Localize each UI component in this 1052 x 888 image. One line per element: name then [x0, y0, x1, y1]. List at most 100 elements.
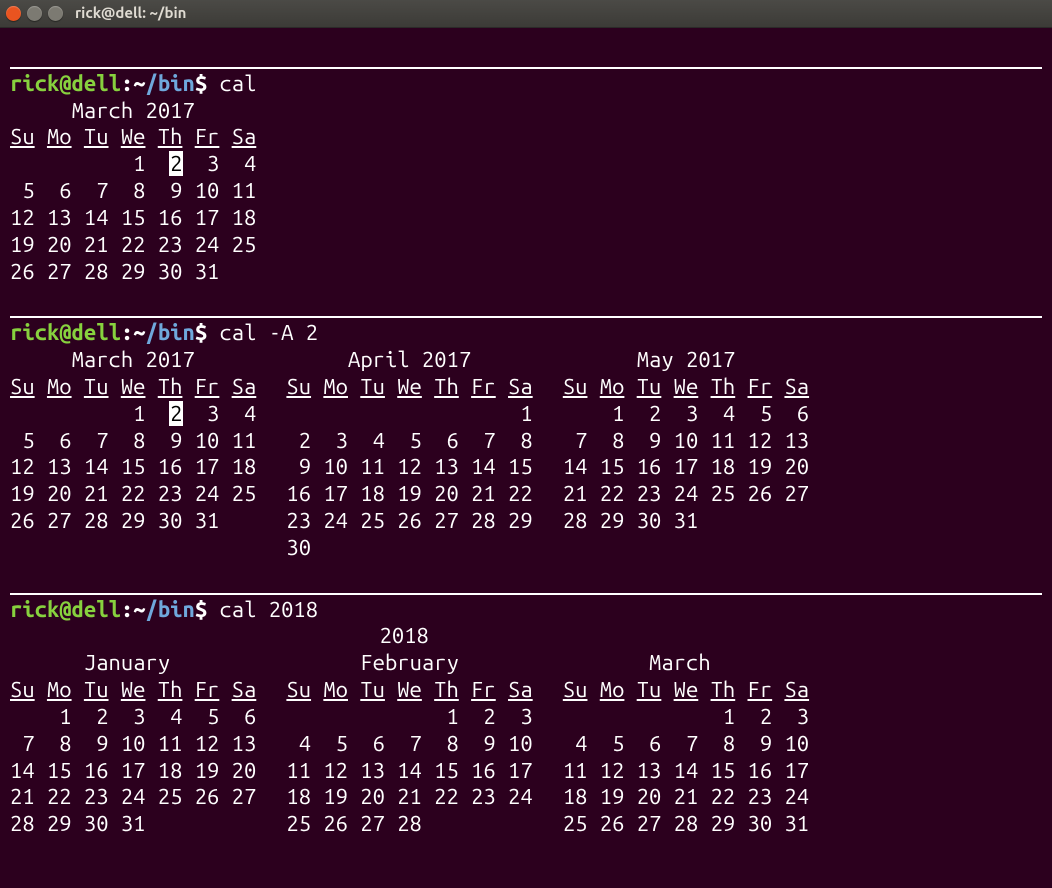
calendar-week-row [563, 535, 809, 562]
calendar-day: 10 [195, 428, 220, 455]
calendar-day: 29 [508, 508, 533, 535]
calendar-day: 4 [360, 428, 385, 455]
calendar-day-header: Sa [232, 124, 257, 151]
calendar-day: 30 [158, 259, 183, 286]
calendar-day [158, 535, 183, 562]
calendar-day: 27 [47, 259, 72, 286]
calendar-day [360, 704, 385, 731]
calendar-day-header: Sa [232, 677, 257, 704]
calendar-day: 2 [158, 151, 183, 178]
calendar-day: 27 [434, 508, 459, 535]
calendar-week-row: 7 8 9 10 11 12 13 [563, 428, 809, 455]
minimize-icon[interactable] [27, 6, 42, 21]
calendar-month: January Su Mo Tu We Th Fr Sa 1 2 3 4 5 6… [10, 650, 256, 838]
calendar-header-row: Su Mo Tu We Th Fr Sa [563, 677, 809, 704]
calendar-day: 4 [711, 401, 736, 428]
calendar-day: 29 [121, 508, 146, 535]
calendar-week-row: 16 17 18 19 20 21 22 [286, 481, 532, 508]
calendar-day: 27 [232, 784, 257, 811]
calendar-day-header: We [674, 374, 699, 401]
calendar-week-row: 2 3 4 5 6 7 8 [286, 428, 532, 455]
calendar-day: 25 [563, 811, 588, 838]
calendar-day-header: Mo [47, 677, 72, 704]
blank-line [10, 285, 1042, 312]
calendar-day: 31 [121, 811, 146, 838]
calendar-day [471, 401, 496, 428]
calendar-day: 26 [10, 508, 35, 535]
calendar-day: 29 [47, 811, 72, 838]
calendar-day: 25 [286, 811, 311, 838]
calendar-day: 25 [158, 784, 183, 811]
calendar-day: 23 [637, 481, 662, 508]
calendar-day: 23 [748, 784, 773, 811]
calendar-day: 5 [323, 731, 348, 758]
calendar-day: 23 [158, 481, 183, 508]
calendar-day: 16 [471, 758, 496, 785]
calendar-day [471, 535, 496, 562]
calendar-block: March 2017 Su Mo Tu We Th Fr Sa 1 2 3 4 … [10, 98, 1042, 286]
calendar-day: 19 [323, 784, 348, 811]
calendar-day: 24 [121, 784, 146, 811]
prompt-line: rick@dell:~/bin$ cal 2018 [10, 597, 1042, 624]
calendar-day-header: Mo [47, 124, 72, 151]
calendar-day: 11 [563, 758, 588, 785]
calendar-day [434, 401, 459, 428]
calendar-day: 28 [84, 508, 109, 535]
calendar-day: 9 [286, 454, 311, 481]
calendar-day: 17 [195, 454, 220, 481]
calendar-day-header: Su [286, 374, 311, 401]
calendar-day [471, 811, 496, 838]
calendar-day: 18 [711, 454, 736, 481]
separator [10, 67, 1042, 69]
calendar-day-header: We [397, 374, 422, 401]
calendar-day [232, 259, 257, 286]
calendar-day: 30 [286, 535, 311, 562]
calendar-day: 28 [471, 508, 496, 535]
calendar-day: 2 [637, 401, 662, 428]
window-titlebar[interactable]: rick@dell: ~/bin [0, 0, 1052, 28]
calendar-week-row: 9 10 11 12 13 14 15 [286, 454, 532, 481]
calendar-day: 15 [711, 758, 736, 785]
calendar-day: 21 [10, 784, 35, 811]
terminal-body[interactable]: rick@dell:~/bin$ cal March 2017 Su Mo Tu… [0, 28, 1052, 848]
calendar-day: 2 [84, 704, 109, 731]
calendar-day: 7 [84, 428, 109, 455]
prompt-colon: : [121, 597, 133, 622]
calendar-day: 10 [784, 731, 809, 758]
prompt-path: /bin [146, 320, 195, 345]
calendar-day: 17 [323, 481, 348, 508]
prompt-at: @ [59, 320, 71, 345]
calendar-day: 28 [84, 259, 109, 286]
calendar-month: May 2017 Su Mo Tu We Th Fr Sa 1 2 3 4 5 … [563, 347, 809, 562]
calendar-day: 10 [121, 731, 146, 758]
calendar-day-header: Th [434, 374, 459, 401]
calendar-day: 24 [784, 784, 809, 811]
calendar-day-header: Th [158, 124, 183, 151]
calendar-day: 24 [195, 481, 220, 508]
calendar-day: 23 [84, 784, 109, 811]
maximize-icon[interactable] [48, 6, 63, 21]
close-icon[interactable] [6, 6, 21, 21]
calendar-day: 15 [121, 205, 146, 232]
command-text: cal -A 2 [207, 320, 318, 345]
calendar-day [711, 535, 736, 562]
calendar-day: 7 [397, 731, 422, 758]
calendar-month: February Su Mo Tu We Th Fr Sa 1 2 3 4 5 … [286, 650, 532, 838]
calendar-week-row: 26 27 28 29 30 31 [10, 259, 256, 286]
separator [10, 316, 1042, 318]
calendar-day: 7 [10, 731, 35, 758]
calendar-week-row: 30 [286, 535, 532, 562]
calendar-day: 13 [784, 428, 809, 455]
calendar-day: 18 [232, 205, 257, 232]
prompt-colon: : [121, 320, 133, 345]
calendar-day [121, 535, 146, 562]
calendar-day: 16 [84, 758, 109, 785]
calendar-today: 2 [169, 401, 183, 426]
calendar-day-header: Sa [784, 677, 809, 704]
calendar-day: 18 [232, 454, 257, 481]
calendar-day: 5 [195, 704, 220, 731]
calendar-day: 15 [121, 454, 146, 481]
calendar-day-header: Sa [232, 374, 257, 401]
calendar-day [563, 704, 588, 731]
calendar-day-header: Tu [360, 677, 385, 704]
